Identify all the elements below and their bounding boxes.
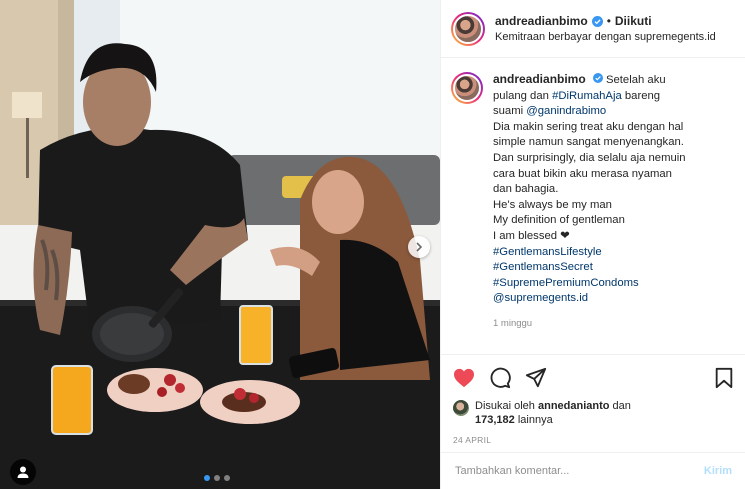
caption-text: My definition of gentleman	[493, 214, 625, 227]
comment-box: Kirim	[441, 452, 745, 489]
hashtag-link[interactable]: #GentlemansSecret	[493, 260, 735, 276]
liker-username[interactable]: annedanianto	[538, 400, 610, 412]
carousel-dot	[214, 475, 220, 481]
verified-badge-icon	[591, 15, 603, 27]
caption: andreadianbimo Setelah aku pulang dan #D…	[441, 58, 745, 354]
likes-summary: Disukai oleh annedanianto dan 173,182 la…	[453, 399, 734, 427]
caption-body: andreadianbimo Setelah aku pulang dan #D…	[493, 72, 735, 354]
caption-text: bareng	[621, 89, 661, 102]
avatar[interactable]	[453, 400, 469, 416]
partnership-prefix: Kemitraan berbayar dengan	[495, 31, 635, 43]
comment-input[interactable]	[455, 465, 704, 477]
caption-timestamp[interactable]: 1 minggu	[493, 316, 735, 332]
mention-link[interactable]: @ganindrabimo	[526, 105, 606, 117]
hashtag-link[interactable]: #GentlemansLifestyle	[493, 245, 735, 261]
caption-text: I am blessed ❤	[493, 229, 570, 242]
mention-link[interactable]: @supremegents.id	[493, 291, 735, 307]
caption-text: Dia makin sering treat aku dengan hal	[493, 120, 684, 133]
caption-text: simple namun sangat menyenangkan.	[493, 136, 684, 149]
likes-middle: dan	[609, 400, 631, 412]
caption-text: dan bahagia.	[493, 183, 559, 196]
caption-text: He's always be my man	[493, 198, 612, 211]
caption-text: cara buat bikin aku merasa nyaman	[493, 167, 672, 180]
likes-prefix: Disukai oleh	[475, 400, 538, 412]
verified-badge-icon	[592, 73, 603, 83]
hashtag-link[interactable]: #SupremePremiumCondoms	[493, 276, 735, 292]
caption-text: Setelah aku	[605, 74, 666, 86]
post-photo[interactable]	[0, 0, 440, 489]
carousel-indicator	[204, 475, 230, 481]
photo-scene	[0, 0, 440, 489]
post-header: andreadianbimo • Diikuti Kemitraan berba…	[441, 0, 745, 58]
paid-partnership-label: Kemitraan berbayar dengan supremegents.i…	[495, 31, 716, 43]
user-icon	[17, 466, 29, 478]
carousel-dot-active	[204, 475, 210, 481]
caption-text: Dan surprisingly, dia selalu aja nemuin	[493, 151, 686, 164]
avatar[interactable]	[451, 72, 483, 104]
avatar[interactable]	[451, 11, 485, 46]
bookmark-icon[interactable]	[714, 367, 734, 389]
follow-status-button[interactable]: Diikuti	[615, 14, 652, 28]
author-username[interactable]: andreadianbimo	[495, 14, 588, 28]
chevron-right-icon	[416, 242, 423, 252]
caption-text: suami	[493, 105, 527, 118]
next-slide-button[interactable]	[408, 236, 430, 258]
heart-filled-icon[interactable]	[453, 368, 475, 388]
likes-count[interactable]: 173,182	[475, 414, 515, 426]
post-actions: Disukai oleh annedanianto dan 173,182 la…	[441, 354, 745, 445]
post-date[interactable]: 24 APRIL	[453, 435, 734, 445]
separator-dot: •	[606, 14, 611, 28]
share-icon[interactable]	[525, 367, 547, 389]
post-comment-button[interactable]: Kirim	[704, 465, 732, 477]
hashtag-link[interactable]: #DiRumahAja	[552, 90, 622, 102]
tagged-users-button[interactable]	[10, 459, 36, 485]
caption-text: pulang dan	[493, 89, 553, 102]
carousel-dot	[224, 475, 230, 481]
post-side-panel: andreadianbimo • Diikuti Kemitraan berba…	[440, 0, 745, 489]
caption-username[interactable]: andreadianbimo	[493, 72, 586, 86]
partner-link[interactable]: supremegents.id	[634, 31, 715, 43]
likes-suffix: lainnya	[514, 414, 553, 426]
comment-icon[interactable]	[489, 367, 511, 389]
action-bar	[453, 365, 734, 391]
